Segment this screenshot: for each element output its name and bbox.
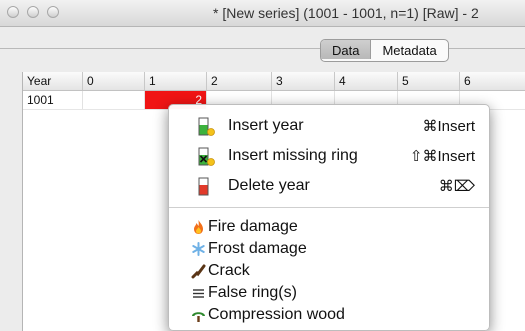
window-title: * [New series] (1001 - 1001, n=1) [Raw] …: [213, 5, 479, 21]
menu-item-fire-damage[interactable]: Fire damage: [169, 216, 489, 238]
menu-item-shortcut: ⌘⌦: [438, 178, 475, 195]
insert-year-icon: [198, 117, 215, 136]
menu-item-shortcut: ⌘Insert: [422, 118, 475, 135]
ring-cell[interactable]: [83, 91, 145, 109]
menu-item-label: Frost damage: [208, 240, 307, 257]
frost-icon: [192, 242, 205, 256]
menu-item-insert-missing-ring[interactable]: Insert missing ring ⇧⌘Insert: [169, 143, 489, 171]
menu-item-insert-year[interactable]: Insert year ⌘Insert: [169, 113, 489, 141]
false-ring-icon: [193, 289, 204, 298]
crack-icon: [191, 264, 206, 279]
column-header-1[interactable]: 1: [145, 72, 207, 90]
grid-header: Year 0 1 2 3 4 5 6: [23, 72, 525, 91]
column-header-5[interactable]: 5: [398, 72, 460, 90]
insert-missing-ring-icon: [198, 147, 215, 166]
menu-item-crack[interactable]: Crack: [169, 260, 489, 282]
column-header-4[interactable]: 4: [335, 72, 398, 90]
column-header-2[interactable]: 2: [207, 72, 272, 90]
fire-icon: [194, 220, 203, 234]
title-bar: * [New series] (1001 - 1001, n=1) [Raw] …: [0, 0, 525, 27]
tab-metadata[interactable]: Metadata: [371, 40, 447, 59]
minimize-window-button[interactable]: [27, 6, 39, 18]
menu-item-label: Crack: [208, 262, 250, 279]
column-header-3[interactable]: 3: [272, 72, 335, 90]
column-header-year[interactable]: Year: [23, 72, 83, 90]
menu-item-delete-year[interactable]: Delete year ⌘⌦: [169, 173, 489, 201]
view-tabs: Data Metadata: [320, 39, 449, 62]
menu-item-false-rings[interactable]: False ring(s): [169, 282, 489, 304]
menu-item-label: Fire damage: [208, 218, 298, 235]
delete-year-icon: [198, 177, 209, 196]
column-header-0[interactable]: 0: [83, 72, 145, 90]
compression-wood-icon: [192, 312, 205, 322]
menu-item-label: Compression wood: [208, 306, 345, 323]
menu-separator: [169, 207, 489, 208]
menu-item-compression-wood[interactable]: Compression wood: [169, 304, 489, 326]
menu-item-label: Insert missing ring: [228, 147, 358, 164]
context-menu: Insert year ⌘Insert Insert missing ring …: [168, 104, 490, 331]
year-cell[interactable]: 1001: [23, 91, 83, 109]
zoom-window-button[interactable]: [47, 6, 59, 18]
menu-item-frost-damage[interactable]: Frost damage: [169, 238, 489, 260]
menu-item-shortcut: ⇧⌘Insert: [409, 148, 475, 165]
column-header-6[interactable]: 6: [460, 72, 525, 90]
menu-item-label: Insert year: [228, 117, 304, 134]
tab-data[interactable]: Data: [321, 40, 372, 59]
close-window-button[interactable]: [7, 6, 19, 18]
menu-item-label: Delete year: [228, 177, 310, 194]
menu-item-label: False ring(s): [208, 284, 297, 301]
